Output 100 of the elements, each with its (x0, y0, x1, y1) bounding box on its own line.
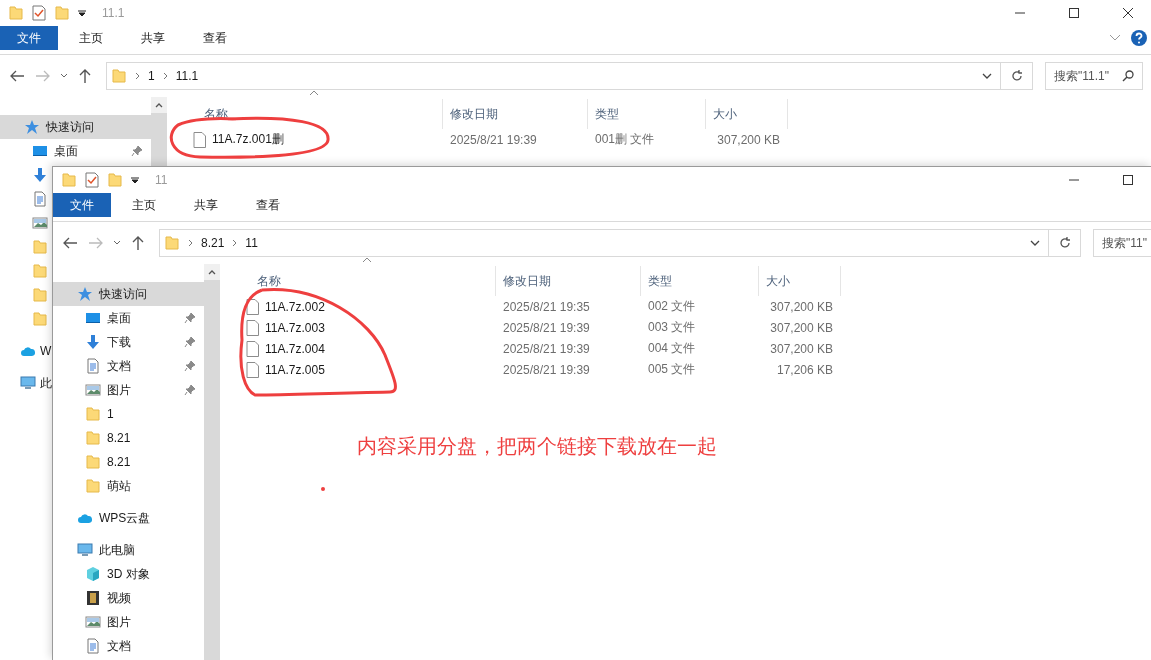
nav-item[interactable]: 下载 (107, 333, 131, 351)
nav-item[interactable]: WPS云盘 (99, 509, 151, 527)
breadcrumb[interactable]: 11.1 (175, 69, 199, 83)
folder-icon (32, 287, 48, 303)
desktop-icon (85, 310, 101, 326)
nav-item[interactable]: 此 (40, 374, 52, 392)
pin-icon (131, 145, 143, 157)
breadcrumb[interactable]: 1 (148, 69, 155, 83)
pin-icon (184, 336, 196, 348)
folder-icon (85, 478, 101, 494)
ribbon-tab[interactable]: 查看 (186, 26, 244, 50)
nav-item[interactable]: 文档 (107, 357, 131, 375)
column-header[interactable]: 大小 (759, 266, 841, 296)
dropdown-icon (78, 9, 86, 17)
folder-icon (32, 263, 48, 279)
nav-item[interactable]: 此电脑 (99, 541, 135, 559)
folder-icon (32, 239, 48, 255)
nav-item[interactable]: 图片 (107, 613, 131, 631)
column-header[interactable]: 类型 (641, 266, 759, 296)
table-cell-text: 002 文件 (647, 298, 697, 315)
table-cell-text: 2025/8/21 19:39 (502, 320, 591, 335)
pin-icon (184, 360, 196, 372)
dropdown-icon[interactable] (982, 73, 992, 79)
ribbon-tab[interactable]: 主页 (115, 193, 173, 217)
table-cell-text: 2025/8/21 19:39 (502, 341, 591, 356)
table-cell-text: 003 文件 (647, 319, 697, 336)
breadcrumb[interactable]: 8.21 (201, 236, 225, 250)
picture-icon (85, 614, 101, 630)
ribbon-tab[interactable]: 查看 (239, 193, 297, 217)
nav-item[interactable]: W (40, 344, 52, 358)
dropdown-icon[interactable] (1030, 240, 1040, 246)
ribbon-tab[interactable]: 主页 (62, 26, 120, 50)
back-arrow-icon (63, 237, 77, 249)
nav-item[interactable]: 文档 (107, 637, 131, 655)
nav-item[interactable]: 3D 对象 (107, 565, 150, 583)
nav-item[interactable]: 图片 (107, 381, 131, 399)
forward-arrow-icon (89, 237, 103, 249)
folder-icon (8, 5, 24, 21)
search-icon (1122, 70, 1134, 82)
table-cell-text: 005 文件 (647, 361, 697, 378)
file-name[interactable]: 11A.7z.004 (265, 341, 325, 356)
computer-icon (77, 542, 93, 558)
scroll-up-button[interactable] (204, 264, 220, 280)
nav-item[interactable]: 1 (107, 407, 114, 421)
help-icon[interactable] (1131, 30, 1147, 46)
dot-mark (321, 487, 325, 491)
address-field[interactable]: 1 11.1 (106, 62, 1001, 90)
folder-icon (85, 406, 101, 422)
pin-icon (184, 384, 196, 396)
chevron-icon (188, 239, 193, 247)
refresh-icon (1058, 237, 1071, 249)
ribbon-tab[interactable]: 共享 (124, 26, 182, 50)
maximize-icon (1069, 8, 1079, 18)
file-icon (246, 319, 259, 336)
window-title: 11.1 (102, 6, 125, 20)
folder-icon (54, 5, 70, 21)
table-cell-text: 2025/8/21 19:35 (502, 299, 591, 314)
sort-icon (362, 257, 372, 263)
search-field[interactable]: 搜索"11.1" (1045, 62, 1143, 90)
ribbon-tab[interactable]: 文件 (53, 193, 111, 217)
file-icon (246, 361, 259, 378)
scroll-up-button[interactable] (151, 97, 167, 113)
pin-icon (184, 312, 196, 324)
sort-icon (309, 90, 319, 96)
ribbon-tab[interactable]: 共享 (177, 193, 235, 217)
table-cell-text: 2025/8/21 19:39 (502, 362, 591, 377)
column-header[interactable]: 修改日期 (443, 99, 588, 129)
nav-item[interactable]: 8.21 (107, 431, 131, 445)
star-icon (24, 119, 40, 135)
nav-item[interactable]: 桌面 (54, 142, 78, 160)
column-header[interactable]: 名称 (220, 266, 496, 296)
up-arrow-icon (132, 236, 144, 250)
picture-icon (32, 215, 48, 231)
document-icon (85, 638, 101, 654)
column-header[interactable]: 大小 (706, 99, 788, 129)
folder-icon (107, 172, 123, 188)
nav-item[interactable]: 视频 (107, 589, 131, 607)
table-cell-text: 001删 文件 (594, 131, 656, 148)
file-icon (246, 298, 259, 315)
properties-icon (85, 172, 99, 188)
table-cell-text: 307,200 KB (716, 132, 781, 147)
expand-icon[interactable] (1109, 34, 1121, 42)
nav-item[interactable]: 萌站 (107, 477, 131, 495)
refresh-button[interactable] (1001, 62, 1033, 90)
ribbon-tab[interactable]: 文件 (0, 26, 58, 50)
column-header[interactable]: 修改日期 (496, 266, 641, 296)
file-name[interactable]: 11A.7z.005 (265, 362, 325, 377)
address-field[interactable]: 8.21 11 (159, 229, 1049, 257)
nav-item[interactable]: 8.21 (107, 455, 131, 469)
file-name[interactable]: 11A.7z.003 (265, 320, 325, 335)
search-field[interactable]: 搜索"11" (1093, 229, 1151, 257)
file-name[interactable]: 11A.7z.002 (265, 299, 325, 314)
chevron-icon (162, 72, 168, 80)
refresh-icon (1010, 70, 1023, 82)
column-header[interactable]: 类型 (588, 99, 706, 129)
refresh-button[interactable] (1049, 229, 1081, 257)
nav-item[interactable]: 桌面 (107, 309, 131, 327)
file-name[interactable]: 11A.7z.001删 (212, 131, 284, 148)
breadcrumb[interactable]: 11 (245, 236, 258, 250)
chevron-icon (232, 239, 238, 247)
